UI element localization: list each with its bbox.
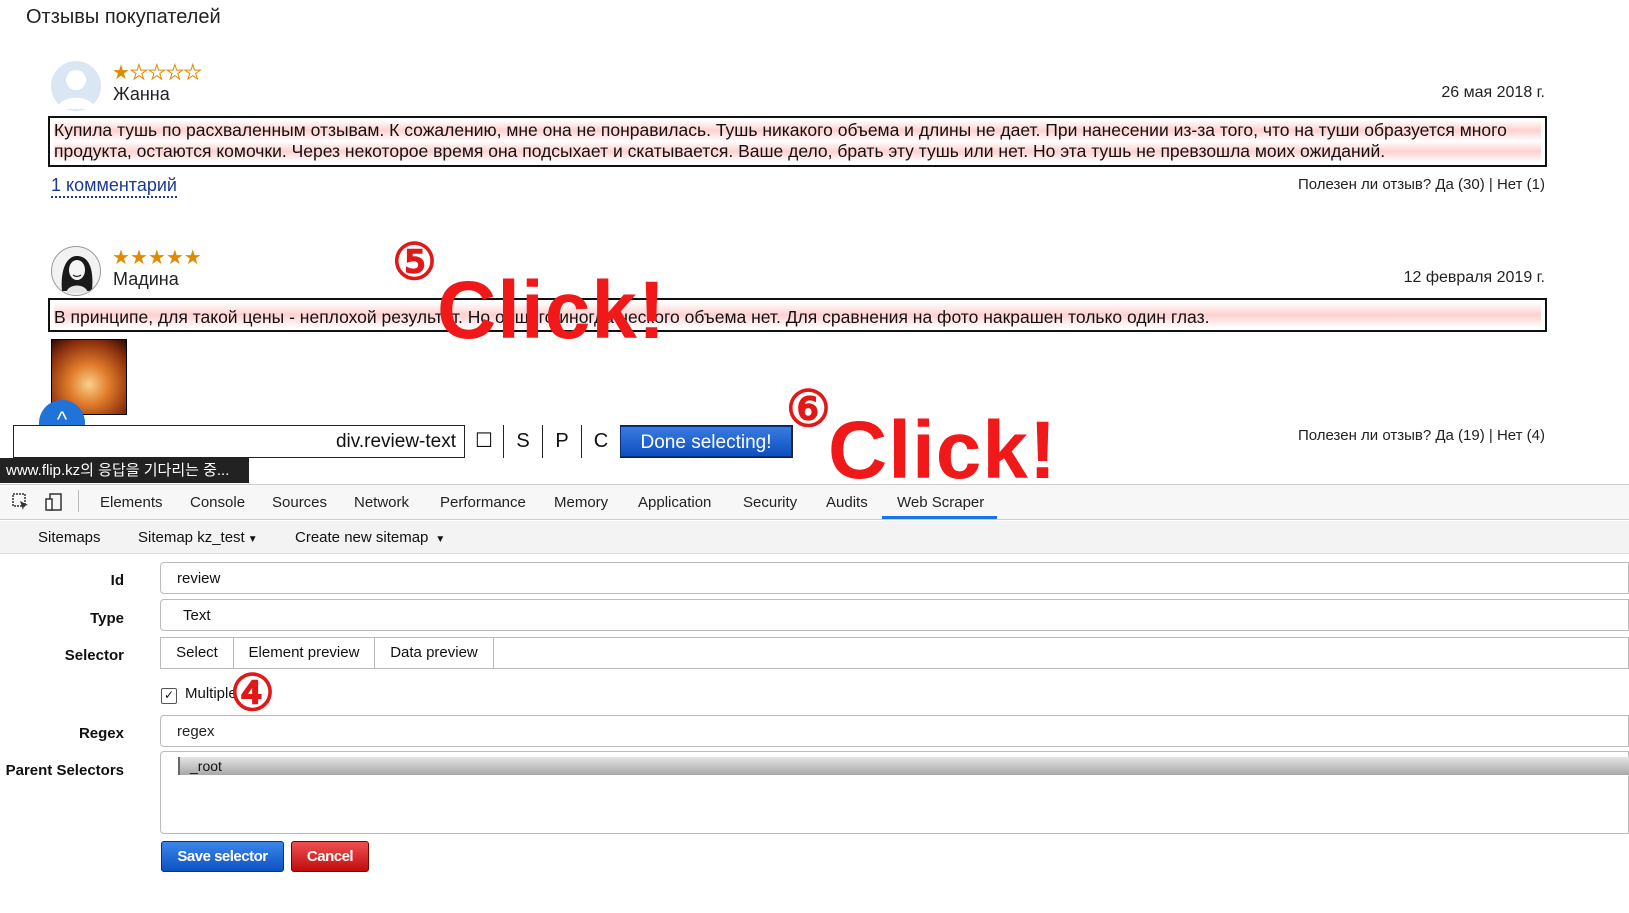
rating-stars: ★★★★★: [112, 60, 202, 85]
avatar: [51, 246, 101, 296]
review-text-line: продукта, остаются комочки. Через некото…: [54, 141, 1541, 162]
tab-application[interactable]: Application: [638, 494, 711, 511]
data-preview-button[interactable]: Data preview: [374, 637, 494, 669]
step-4-marker: ④: [230, 665, 275, 721]
star-empty-icon: ★: [165, 62, 184, 85]
page-title: Отзывы покупателей: [26, 6, 221, 28]
tab-web-scraper[interactable]: Web Scraper: [897, 494, 984, 511]
star-filled-icon: ★: [147, 247, 166, 269]
caret-down-icon: ▼: [247, 534, 258, 545]
click-annotation: Click!: [828, 405, 1058, 496]
tab-memory[interactable]: Memory: [554, 494, 608, 511]
helpful-votes[interactable]: Полезен ли отзыв? Да (19) | Нет (4): [1240, 427, 1545, 444]
parent-selectors-label: Parent Selectors: [5, 762, 124, 779]
tab-performance[interactable]: Performance: [440, 494, 526, 511]
star-empty-icon: ★: [183, 62, 202, 85]
helpful-votes[interactable]: Полезен ли отзыв? Да (30) | Нет (1): [1240, 176, 1545, 193]
create-sitemap-dropdown[interactable]: Create new sitemap ▼: [295, 529, 445, 546]
comments-link[interactable]: 1 комментарий: [51, 175, 177, 198]
review-author: Жанна: [113, 84, 170, 104]
select-parent-button[interactable]: P: [542, 425, 581, 458]
star-empty-icon: ★: [147, 62, 166, 85]
review-text[interactable]: Купила тушь по расхваленным отзывам. К с…: [48, 116, 1547, 167]
star-filled-icon: ★: [165, 247, 184, 269]
multiple-label: Multiple: [185, 685, 237, 702]
tab-audits[interactable]: Audits: [826, 494, 868, 511]
current-selector-text: div.review-text: [335, 431, 456, 452]
regex-label: Regex: [78, 725, 124, 742]
review-date: 26 мая 2018 г.: [1441, 84, 1545, 101]
avatar: [51, 61, 101, 111]
tab-security[interactable]: Security: [743, 494, 797, 511]
create-sitemap-label: Create new sitemap: [295, 529, 429, 546]
status-tooltip: www.flip.kz의 응답을 기다리는 중...: [0, 458, 249, 483]
tab-network[interactable]: Network: [354, 494, 409, 511]
sitemaps-link[interactable]: Sitemaps: [38, 529, 101, 546]
id-input[interactable]: review: [160, 562, 1629, 594]
tab-sources[interactable]: Sources: [272, 494, 327, 511]
user-photo-icon: [61, 255, 93, 293]
sitemap-dropdown[interactable]: Sitemap kz_test ▼: [138, 529, 258, 546]
done-selecting-button[interactable]: Done selecting!: [620, 426, 792, 457]
star-filled-icon: ★: [129, 247, 148, 269]
type-select[interactable]: Text: [160, 599, 1629, 631]
device-toolbar-icon[interactable]: [45, 493, 63, 511]
save-selector-button[interactable]: Save selector: [161, 841, 284, 872]
rating-stars: ★★★★★: [112, 245, 202, 270]
active-tab-indicator: [882, 516, 997, 519]
review-text[interactable]: В принципе, для такой цены - неплохой ре…: [48, 298, 1547, 332]
type-label: Type: [90, 610, 124, 627]
select-child-button[interactable]: C: [581, 425, 620, 458]
multiple-checkbox[interactable]: ✓: [161, 688, 177, 704]
select-s-button[interactable]: S: [503, 425, 542, 458]
selector-label: Selector: [64, 647, 124, 664]
tab-console[interactable]: Console: [190, 494, 245, 511]
inspect-element-icon[interactable]: [12, 493, 30, 511]
review-date: 12 февраля 2019 г.: [1403, 269, 1545, 286]
review-text-line: Купила тушь по расхваленным отзывам. К с…: [54, 120, 1541, 141]
star-filled-icon: ★: [112, 62, 130, 84]
regex-input[interactable]: regex: [160, 715, 1629, 747]
user-placeholder-icon: [57, 70, 95, 109]
id-label: Id: [110, 572, 124, 589]
review-author: Мадина: [113, 269, 179, 289]
parent-option-root[interactable]: _root: [178, 757, 1629, 775]
star-empty-icon: ★: [129, 62, 148, 85]
toggle-checkbox[interactable]: ☐: [464, 425, 503, 458]
tab-elements[interactable]: Elements: [100, 494, 163, 511]
click-annotation: Click!: [437, 265, 667, 356]
cancel-button[interactable]: Cancel: [291, 841, 369, 872]
star-filled-icon: ★: [183, 247, 202, 269]
divider: [78, 490, 79, 512]
caret-down-icon: ▼: [435, 534, 446, 545]
step-5-marker: ⑤: [392, 234, 437, 290]
review-text-line: В принципе, для такой цены - неплохой ре…: [54, 302, 1541, 328]
star-filled-icon: ★: [112, 247, 130, 269]
select-button[interactable]: Select: [160, 637, 234, 669]
sitemap-dropdown-label: Sitemap kz_test: [138, 529, 245, 546]
